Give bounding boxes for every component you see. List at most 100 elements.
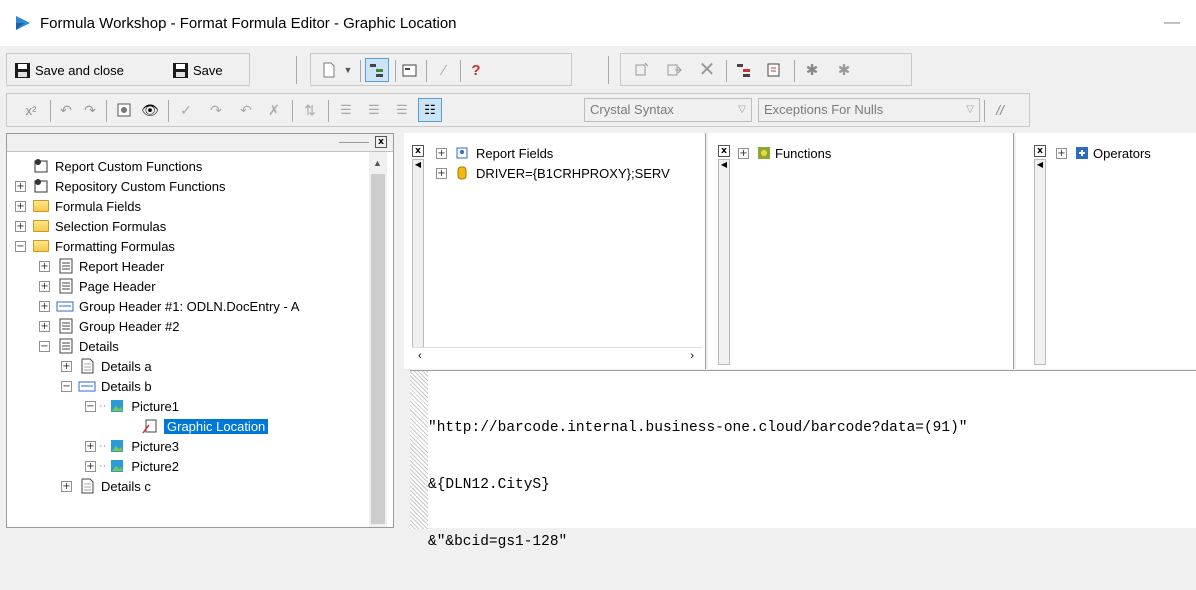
expand-icon[interactable]: + xyxy=(436,167,447,179)
tree-item[interactable]: + Details a xyxy=(61,356,152,376)
tree-item[interactable]: + DRIVER={B1CRHPROXY};SERV xyxy=(436,163,670,183)
expand-icon[interactable]: + xyxy=(85,460,96,472)
expand-icon[interactable]: + xyxy=(738,147,749,159)
collapse-icon[interactable]: − xyxy=(39,340,50,352)
next-bookmark-icon[interactable]: ↷ xyxy=(206,100,226,120)
subsection-icon xyxy=(78,478,96,494)
expand-icon[interactable]: + xyxy=(39,320,50,332)
app-icon xyxy=(16,16,30,30)
picture-icon xyxy=(108,438,126,454)
section-icon xyxy=(56,278,74,294)
scroll-left-icon[interactable]: ‹ xyxy=(418,350,422,362)
gear-icon[interactable]: ✱ xyxy=(834,60,854,80)
tree-item[interactable]: + Group Header #2 xyxy=(39,316,179,336)
pane-scrollbar[interactable]: ◀ xyxy=(718,159,730,365)
expand-icon[interactable]: + xyxy=(15,200,26,212)
browse-data-icon[interactable] xyxy=(114,100,134,120)
collapse-icon[interactable]: − xyxy=(61,380,72,392)
previous-bookmark-icon[interactable]: ↶ xyxy=(236,100,256,120)
close-icon[interactable]: x xyxy=(718,145,730,157)
formula-text[interactable]: "http://barcode.internal.business-one.cl… xyxy=(428,381,968,590)
auto-complete-icon[interactable]: ☷ xyxy=(418,98,442,122)
tree-item[interactable]: + Page Header xyxy=(39,276,156,296)
gear-icon[interactable]: ✱ xyxy=(802,60,822,80)
new-icon[interactable] xyxy=(320,60,338,80)
bookmark-icon[interactable]: ✓ xyxy=(176,100,196,120)
nulls-select-value: Exceptions For Nulls xyxy=(764,102,884,117)
operator-tree-icon[interactable]: ☰ xyxy=(392,100,412,120)
close-icon[interactable]: x xyxy=(412,145,424,157)
tree-item[interactable]: + Selection Formulas xyxy=(15,216,166,236)
close-icon[interactable]: x xyxy=(1034,145,1046,157)
collapse-icon[interactable]: − xyxy=(15,240,26,252)
clear-bookmarks-icon[interactable]: ✗ xyxy=(264,100,284,120)
expand-icon[interactable]: + xyxy=(15,220,26,232)
tree-item[interactable]: + Details c xyxy=(61,476,151,496)
scroll-up-icon[interactable]: ▲ xyxy=(373,158,382,168)
functions-icon xyxy=(755,145,773,161)
nulls-select[interactable]: Exceptions For Nulls ▽ xyxy=(758,98,980,122)
workshop-tree: x ▲ Report Custom Functions + Repository… xyxy=(6,133,394,528)
tree-item[interactable]: − Details b xyxy=(61,376,152,396)
expand-icon[interactable]: + xyxy=(436,147,447,159)
tree-item[interactable]: + Repository Custom Functions xyxy=(15,176,226,196)
tree-item-label: Operators xyxy=(1093,145,1151,161)
tree-item[interactable]: + ·· Picture2 xyxy=(85,456,179,476)
function-tree-icon[interactable]: ☰ xyxy=(364,100,384,120)
find-icon[interactable]: 👁 xyxy=(140,100,160,120)
expand-icon[interactable]: + xyxy=(39,300,50,312)
expand-icon[interactable]: + xyxy=(15,180,26,192)
minimize-button[interactable]: — xyxy=(1164,14,1180,32)
redo-icon[interactable]: ↷ xyxy=(80,100,100,120)
tree-item[interactable]: + Group Header #1: ODLN.DocEntry - A xyxy=(39,296,299,316)
expand-icon[interactable]: + xyxy=(61,480,72,492)
save-button[interactable]: Save xyxy=(172,60,223,80)
expand-icon[interactable]: + xyxy=(85,440,96,452)
superscript-icon[interactable]: x² xyxy=(20,100,42,120)
collapse-icon[interactable]: − xyxy=(85,400,96,412)
tree-item[interactable]: + ·· Picture3 xyxy=(85,436,179,456)
tree-item[interactable]: + Operators xyxy=(1056,143,1151,163)
tree-scrollbar[interactable]: ▲ xyxy=(369,152,387,527)
formula-editor[interactable]: "http://barcode.internal.business-one.cl… xyxy=(410,370,1196,550)
new-dropdown-icon[interactable]: ▼ xyxy=(342,60,354,80)
tree-item[interactable]: + Functions xyxy=(738,143,831,163)
expand-node-icon[interactable] xyxy=(734,60,754,80)
toggle-tree-icon[interactable] xyxy=(365,58,389,82)
scroll-right-icon[interactable]: › xyxy=(690,350,694,362)
tree-item-label: Picture2 xyxy=(131,458,180,474)
rename-icon[interactable] xyxy=(664,60,684,80)
field-tree-icon[interactable]: ☰ xyxy=(336,100,356,120)
tree-item[interactable]: + Formula Fields xyxy=(15,196,141,216)
section-icon xyxy=(56,318,74,334)
undo-icon[interactable]: ↶ xyxy=(56,100,76,120)
tree-item[interactable]: + Report Fields xyxy=(436,143,553,163)
formula-toolbar: x² ↶ ↷ 👁 ✓ ↷ ↶ ✗ ⇅ ☰ ☰ ☰ ☷ Crystal Synta… xyxy=(0,92,1196,130)
scroll-thumb[interactable] xyxy=(371,174,385,524)
pane-scrollbar[interactable]: ◀ xyxy=(1034,159,1046,365)
tree-item[interactable]: Report Custom Functions xyxy=(15,156,202,176)
pane-scrollbar[interactable]: ◀ xyxy=(412,159,424,365)
new-formula-icon[interactable] xyxy=(632,60,652,80)
expand-icon[interactable]: + xyxy=(1056,147,1067,159)
tree-item[interactable]: − ·· Picture1 xyxy=(85,396,179,416)
tree-item[interactable]: + Report Header xyxy=(39,256,164,276)
horizontal-scrollbar[interactable]: ‹ › xyxy=(412,347,702,365)
syntax-select[interactable]: Crystal Syntax ▽ xyxy=(584,98,752,122)
wand-icon[interactable]: ⁄ xyxy=(434,60,454,80)
formula-editor-icon[interactable] xyxy=(764,60,784,80)
tree-item[interactable]: − Details xyxy=(39,336,119,356)
help-icon[interactable]: ? xyxy=(467,60,485,80)
tree-item-label: Details a xyxy=(101,358,152,374)
sort-icon[interactable]: ⇅ xyxy=(300,100,320,120)
delete-icon[interactable]: ✕ xyxy=(696,58,718,81)
comment-button[interactable]: // xyxy=(990,100,1010,120)
properties-icon[interactable] xyxy=(400,60,420,80)
save-and-close-button[interactable]: Save and close xyxy=(14,60,124,80)
tree-item-selected[interactable]: Graphic Location xyxy=(111,416,269,436)
expand-icon[interactable]: + xyxy=(39,260,50,272)
tree-item[interactable]: − Formatting Formulas xyxy=(15,236,175,256)
expand-icon[interactable]: + xyxy=(39,280,50,292)
close-icon[interactable]: x xyxy=(375,136,387,148)
expand-icon[interactable]: + xyxy=(61,360,72,372)
